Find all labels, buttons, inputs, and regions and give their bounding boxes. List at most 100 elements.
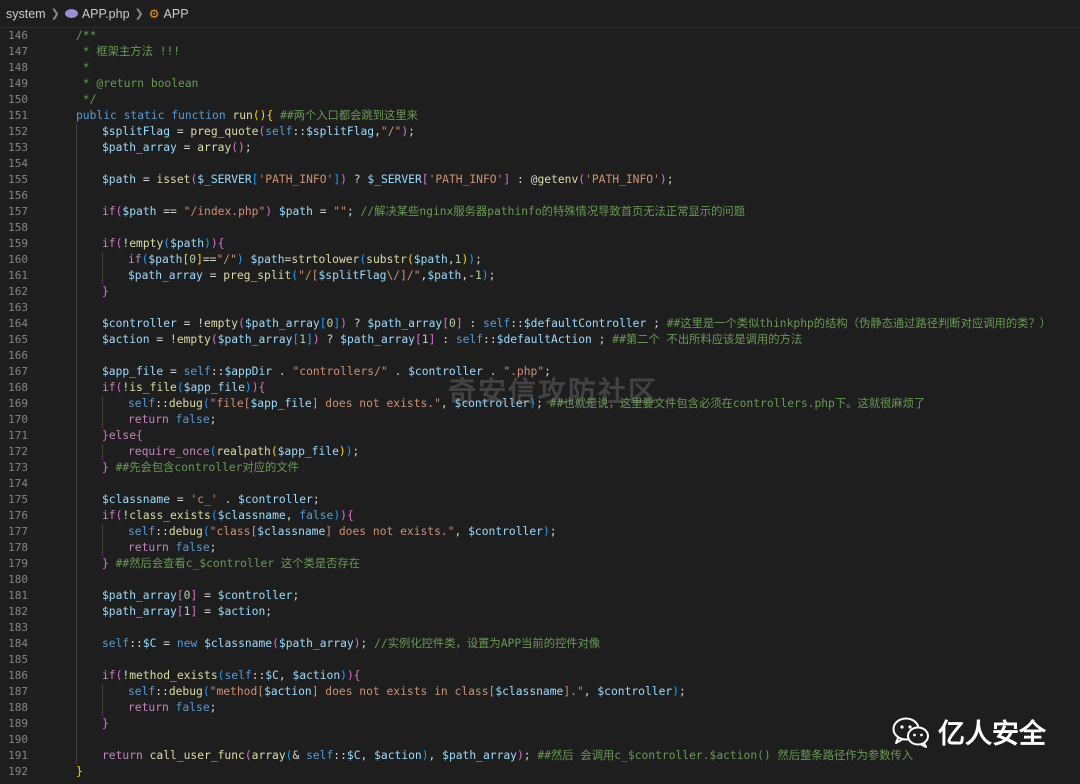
breadcrumb-folder[interactable]: system <box>6 7 46 21</box>
code-line[interactable]: 163 <box>0 300 1080 316</box>
code-line[interactable]: 192} <box>0 764 1080 780</box>
code-line[interactable]: 186 if(!method_exists(self::$C, $action))… <box>0 668 1080 684</box>
code-text: if(!class_exists($classname, false)){ <box>102 508 354 524</box>
code-line[interactable]: 183 <box>0 620 1080 636</box>
code-line[interactable]: 157 if($path == "/index.php") $path = "";… <box>0 204 1080 220</box>
code-line[interactable]: 181 $path_array[0] = $controller; <box>0 588 1080 604</box>
code-line[interactable]: 162} <box>0 284 1080 300</box>
line-number: 160 <box>8 253 28 266</box>
code-line[interactable]: 180 <box>0 572 1080 588</box>
code-token: :: <box>155 397 169 410</box>
code-line[interactable]: 182 $path_array[1] = $action; <box>0 604 1080 620</box>
code-token: ) <box>421 749 429 762</box>
code-line[interactable]: 155 $path = isset($_SERVER['PATH_INFO']) … <box>0 172 1080 188</box>
code-token: ) <box>236 253 244 266</box>
code-token: "controllers/" <box>292 365 388 378</box>
code-token: = <box>197 589 218 602</box>
code-line[interactable]: 154 <box>0 156 1080 172</box>
code-token: : @ <box>510 173 538 186</box>
code-token: $path_array <box>244 317 320 330</box>
code-line[interactable]: 187 self::debug("method[$action] does not… <box>0 684 1080 700</box>
code-text: } <box>102 284 109 300</box>
code-line[interactable]: 170 return false; <box>0 412 1080 428</box>
code-token: self <box>183 365 211 378</box>
code-token: , <box>583 685 598 698</box>
code-text: $path_array[0] = $controller; <box>102 588 299 604</box>
indent-guide <box>76 524 77 540</box>
code-line[interactable]: 165 $action = !empty($path_array[1]) ? $p… <box>0 332 1080 348</box>
code-token: ] <box>306 333 313 346</box>
line-number: 168 <box>8 381 28 394</box>
line-number: 187 <box>8 685 28 698</box>
code-token: run <box>232 109 253 122</box>
breadcrumb-symbol[interactable]: APP <box>164 7 189 21</box>
code-line[interactable]: 173} ##先会包含controller对应的文件 <box>0 460 1080 476</box>
code-token: :: <box>155 685 169 698</box>
code-token: $app_file <box>250 397 312 410</box>
code-token: } <box>102 285 109 298</box>
code-token: 1 <box>421 333 429 346</box>
line-number: 174 <box>8 477 28 490</box>
indent-guide <box>76 252 77 268</box>
indent-guide <box>76 188 77 204</box>
code-token: $path <box>102 173 137 186</box>
code-line[interactable]: 178 return false; <box>0 540 1080 556</box>
code-token: ; <box>646 317 667 330</box>
code-token: if <box>128 253 142 266</box>
code-token: () <box>231 141 245 154</box>
code-line[interactable]: 184 self::$C = new $classname($path_array… <box>0 636 1080 652</box>
code-token: empty <box>129 237 164 250</box>
code-line[interactable]: 185 <box>0 652 1080 668</box>
code-line[interactable]: 177 self::debug("class[$classname] does n… <box>0 524 1080 540</box>
code-token: ; <box>209 701 217 714</box>
code-token: :: <box>292 125 307 138</box>
code-line[interactable]: 179} ##然后会查看c_$controller 这个类是否存在 <box>0 556 1080 572</box>
code-line[interactable]: 164 $controller = !empty($path_array[0]) … <box>0 316 1080 332</box>
line-number: 175 <box>8 493 28 506</box>
code-token: array <box>251 749 286 762</box>
code-token: : <box>462 317 484 330</box>
code-line[interactable]: 161 $path_array = preg_split("/[$splitFla… <box>0 268 1080 284</box>
code-token: $path <box>250 253 285 266</box>
code-line[interactable]: 174 <box>0 476 1080 492</box>
code-line[interactable]: 160 if($path[0]=="/") $path=strtolower(su… <box>0 252 1080 268</box>
code-token: ##然后会查看c_$controller 这个类是否存在 <box>115 557 361 570</box>
code-token: strtolower <box>291 253 360 266</box>
code-line[interactable]: 156 <box>0 188 1080 204</box>
code-token: ) <box>340 173 347 186</box>
code-token: ##然后 会调用c_$controller.$action() 然后整条路径作为… <box>537 749 914 762</box>
code-line[interactable]: 150 */ <box>0 92 1080 108</box>
code-token: $splitFlag <box>306 125 375 138</box>
code-line[interactable]: 166 <box>0 348 1080 364</box>
line-number: 151 <box>8 109 28 122</box>
code-line[interactable]: 152 $splitFlag = preg_quote(self::$splitF… <box>0 124 1080 140</box>
code-token: call_user_func <box>149 749 245 762</box>
code-line[interactable]: 159 if(!empty($path)){ <box>0 236 1080 252</box>
code-line[interactable]: 171}else{ <box>0 428 1080 444</box>
code-line[interactable]: 146 /** <box>0 28 1080 44</box>
code-line[interactable]: 158 <box>0 220 1080 236</box>
code-line[interactable]: 175 $classname = 'c_' . $controller; <box>0 492 1080 508</box>
code-line[interactable]: 148 * <box>0 60 1080 76</box>
code-line[interactable]: 147 * 框架主方法 !!! <box>0 44 1080 60</box>
code-line[interactable]: 149 * @return boolean <box>0 76 1080 92</box>
code-token: ( <box>406 253 414 266</box>
code-line[interactable]: 151 public static function run(){ ##两个入口都… <box>0 108 1080 124</box>
indent-guide <box>76 140 77 156</box>
code-text: self::debug("method[$action] does not ex… <box>128 684 686 700</box>
indent-guide <box>76 652 77 668</box>
code-token: = <box>170 125 191 138</box>
code-token: ( <box>210 509 218 522</box>
code-line[interactable]: 153 $path_array = array(); <box>0 140 1080 156</box>
indent-guide <box>76 476 77 492</box>
code-text: } ##然后会查看c_$controller 这个类是否存在 <box>102 556 360 572</box>
line-number: 170 <box>8 413 28 426</box>
code-token: $splitFlag <box>318 269 387 282</box>
code-token: $controller <box>238 493 313 506</box>
code-line[interactable]: 172 require_once(realpath($app_file)); <box>0 444 1080 460</box>
code-line[interactable]: 176 if(!class_exists($classname, false)){ <box>0 508 1080 524</box>
code-token: self <box>455 333 484 346</box>
breadcrumb-file[interactable]: APP.php <box>82 7 130 21</box>
